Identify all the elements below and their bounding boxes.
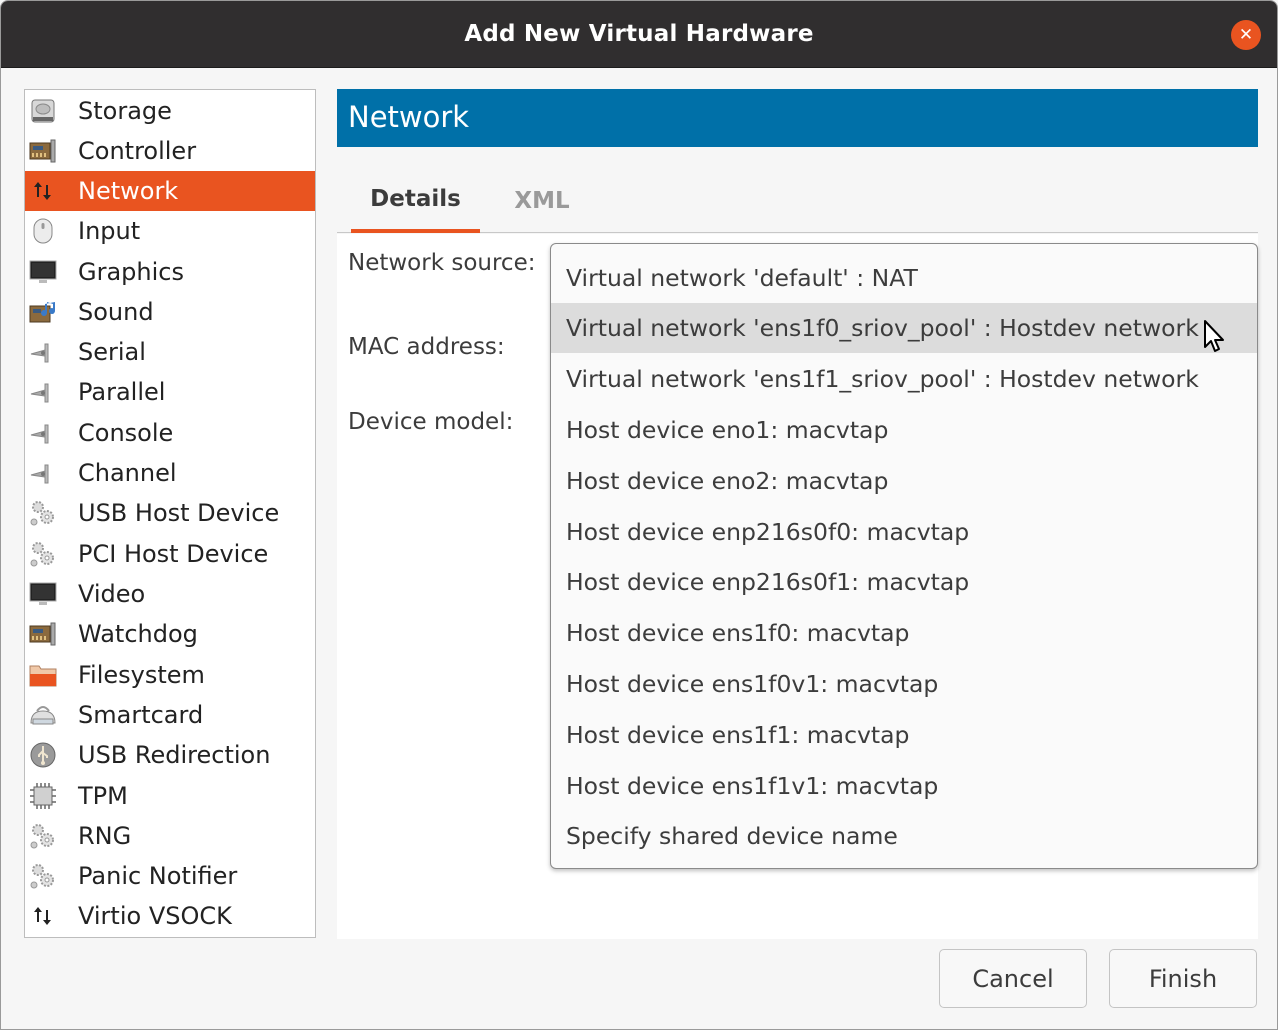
serial-plug-icon (29, 338, 57, 366)
sidebar-item-watchdog[interactable]: Watchdog (25, 614, 315, 654)
sidebar-item-parallel[interactable]: Parallel (25, 372, 315, 412)
sidebar-item-label: Panic Notifier (78, 862, 238, 890)
parallel-plug-icon (29, 378, 57, 406)
section-header: Network (337, 89, 1258, 147)
sidebar-item-label: PCI Host Device (78, 540, 269, 568)
sidebar-item-label: TPM (78, 782, 128, 810)
dropdown-option[interactable]: Host device enp216s0f1: macvtap (551, 557, 1257, 607)
sidebar-item-tpm[interactable]: TPM (25, 776, 315, 816)
network-arrows-icon (29, 902, 57, 930)
sidebar-item-storage[interactable]: Storage (25, 91, 315, 131)
gears-icon (29, 822, 57, 850)
cancel-button[interactable]: Cancel (939, 949, 1087, 1008)
dropdown-option[interactable]: Virtual network 'ens1f1_sriov_pool' : Ho… (551, 354, 1257, 404)
sound-card-icon (29, 298, 57, 326)
sidebar-item-label: Controller (78, 137, 197, 165)
sidebar-item-label: Channel (78, 459, 177, 487)
dropdown-option[interactable]: Host device ens1f1v1: macvtap (551, 761, 1257, 811)
network-arrows-icon (29, 177, 57, 205)
sidebar-item-pci-host-device[interactable]: PCI Host Device (25, 534, 315, 574)
section-title: Network (348, 100, 470, 134)
finish-button[interactable]: Finish (1109, 949, 1257, 1008)
mouse-pointer-icon (1203, 319, 1227, 357)
dropdown-option[interactable]: Host device ens1f1: macvtap (551, 710, 1257, 760)
monitor-icon (29, 580, 57, 608)
sidebar-item-serial[interactable]: Serial (25, 332, 315, 372)
sidebar-item-label: Sound (78, 298, 154, 326)
sidebar-item-label: Storage (78, 97, 172, 125)
sidebar-item-graphics[interactable]: Graphics (25, 252, 315, 292)
sidebar-item-virtio-vsock[interactable]: Virtio VSOCK (25, 896, 315, 936)
hard-disk-icon (29, 97, 57, 125)
sidebar-item-label: USB Host Device (78, 499, 280, 527)
sidebar-item-usb-redirection[interactable]: USB Redirection (25, 735, 315, 775)
tab-bar: Details XML (337, 169, 1258, 233)
gears-icon (29, 540, 57, 568)
dialog-title: Add New Virtual Hardware (464, 21, 814, 47)
mac-address-label: MAC address: (348, 334, 505, 360)
dropdown-option[interactable]: Specify shared device name (551, 811, 1257, 861)
sidebar-item-label: Virtio VSOCK (78, 902, 232, 930)
dropdown-option[interactable]: Host device enp216s0f0: macvtap (551, 507, 1257, 557)
sidebar-item-label: Smartcard (78, 701, 204, 729)
sidebar-item-label: Graphics (78, 258, 184, 286)
gears-icon (29, 862, 57, 890)
network-source-dropdown-menu[interactable]: Virtual network 'default' : NAT Virtual … (550, 243, 1258, 869)
close-icon: ✕ (1238, 25, 1254, 45)
mouse-icon (29, 217, 57, 245)
usb-icon (29, 741, 57, 769)
monitor-icon (29, 258, 57, 286)
dropdown-option[interactable]: Host device ens1f0v1: macvtap (551, 659, 1257, 709)
sidebar-item-label: Video (78, 580, 146, 608)
sidebar-item-label: RNG (78, 822, 132, 850)
dropdown-option[interactable]: Host device eno1: macvtap (551, 405, 1257, 455)
add-hardware-dialog: Add New Virtual Hardware ✕ Storage Contr… (0, 0, 1278, 1030)
dropdown-option[interactable]: Virtual network 'default' : NAT (551, 253, 1257, 303)
sidebar-item-label: Console (78, 419, 174, 447)
close-button[interactable]: ✕ (1231, 20, 1261, 50)
smartcard-reader-icon (29, 701, 57, 729)
network-source-label: Network source: (348, 250, 536, 276)
tab-xml[interactable]: XML (497, 169, 587, 233)
tab-details[interactable]: Details (351, 169, 480, 233)
sidebar-item-filesystem[interactable]: Filesystem (25, 655, 315, 695)
controller-card-icon (29, 620, 57, 648)
device-model-label: Device model: (348, 409, 514, 435)
channel-plug-icon (29, 459, 57, 487)
sidebar-item-video[interactable]: Video (25, 574, 315, 614)
sidebar-item-network[interactable]: Network (25, 171, 315, 211)
sidebar-item-smartcard[interactable]: Smartcard (25, 695, 315, 735)
sidebar-item-label: Parallel (78, 378, 166, 406)
sidebar-item-sound[interactable]: Sound (25, 292, 315, 332)
sidebar-item-panic-notifier[interactable]: Panic Notifier (25, 856, 315, 896)
sidebar-item-console[interactable]: Console (25, 413, 315, 453)
sidebar-item-input[interactable]: Input (25, 211, 315, 251)
dropdown-option[interactable]: Host device eno2: macvtap (551, 456, 1257, 506)
sidebar-item-rng[interactable]: RNG (25, 816, 315, 856)
sidebar-item-label: Input (78, 217, 141, 245)
controller-card-icon (29, 137, 57, 165)
sidebar-item-label: Filesystem (78, 661, 205, 689)
title-bar: Add New Virtual Hardware ✕ (1, 1, 1277, 68)
dropdown-option[interactable]: Host device ens1f0: macvtap (551, 608, 1257, 658)
chip-icon (29, 782, 57, 810)
gears-icon (29, 499, 57, 527)
dropdown-option[interactable]: Virtual network 'ens1f0_sriov_pool' : Ho… (551, 303, 1257, 353)
sidebar-item-channel[interactable]: Channel (25, 453, 315, 493)
hardware-type-list: Storage Controller Network Input Graphic… (24, 89, 316, 938)
sidebar-item-label: Network (78, 177, 179, 205)
console-plug-icon (29, 419, 57, 447)
sidebar-item-label: Watchdog (78, 620, 198, 648)
sidebar-item-label: USB Redirection (78, 741, 271, 769)
folder-icon (29, 661, 57, 689)
sidebar-item-controller[interactable]: Controller (25, 131, 315, 171)
sidebar-item-label: Serial (78, 338, 146, 366)
sidebar-item-usb-host-device[interactable]: USB Host Device (25, 493, 315, 533)
